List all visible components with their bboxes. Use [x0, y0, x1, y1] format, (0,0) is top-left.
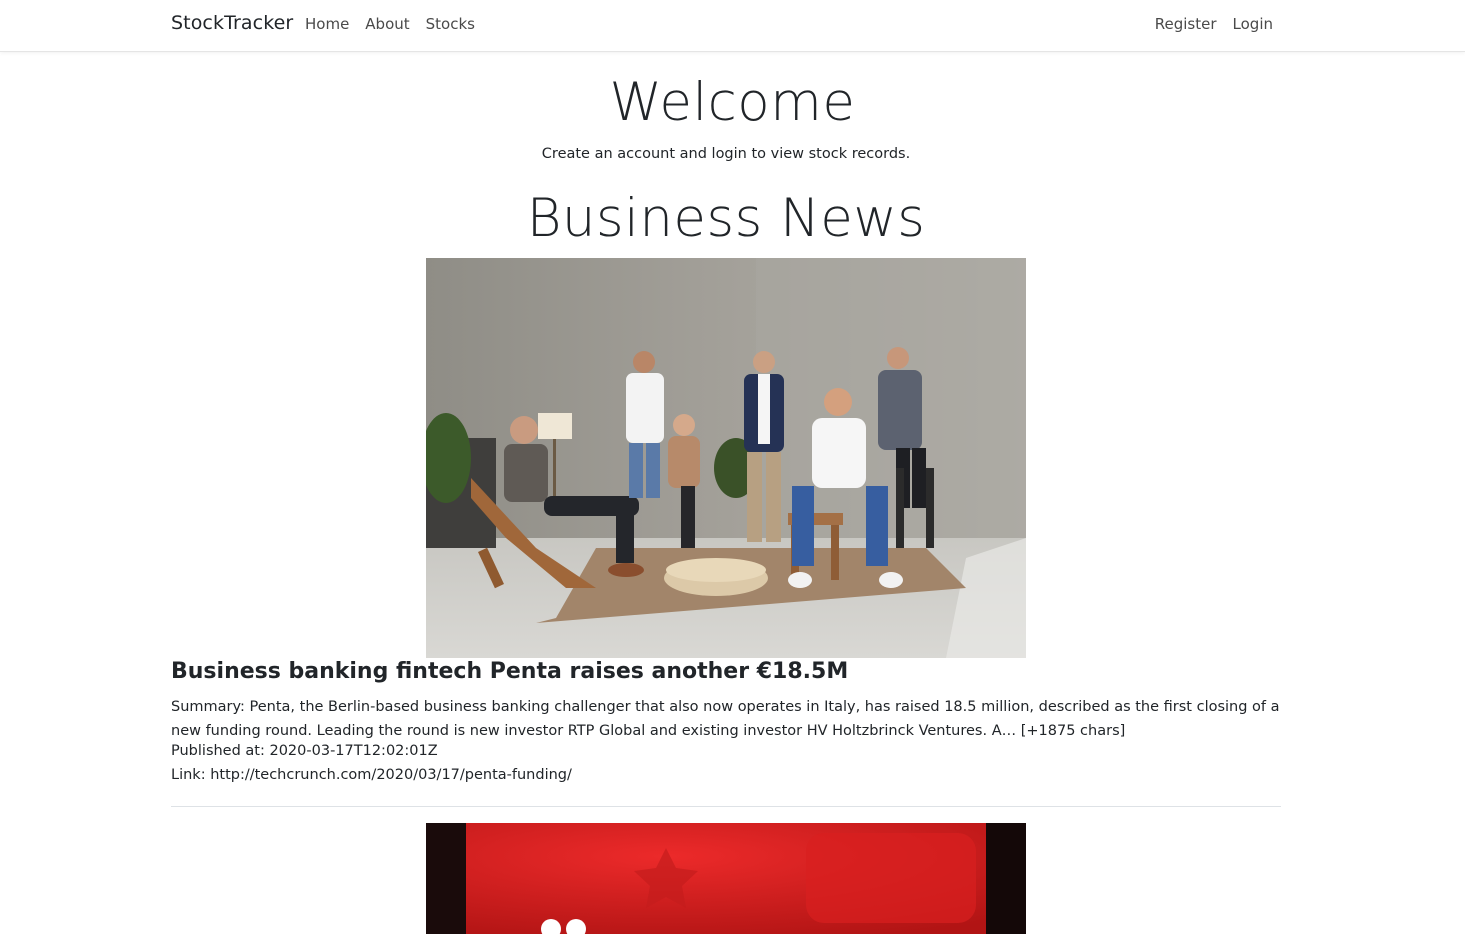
nav-register-link[interactable]: Register — [1155, 15, 1217, 33]
team-photo-illustration — [426, 258, 1026, 658]
nav-login-link[interactable]: Login — [1233, 15, 1273, 33]
nav-about-link[interactable]: About — [365, 15, 409, 33]
article-summary: Summary: Penta, the Berlin-based busines… — [171, 699, 1280, 739]
welcome-subtitle: Create an account and login to view stoc… — [541, 146, 911, 162]
nav-home-link[interactable]: Home — [305, 15, 349, 33]
article-published: Published at: 2020-03-17T12:02:01Z — [171, 743, 438, 759]
red-photo-illustration — [426, 823, 1026, 934]
nav-right: Register Login — [1155, 15, 1273, 33]
welcome-heading: Welcome — [609, 72, 856, 133]
business-news-heading: Business News — [526, 188, 926, 249]
brand-link[interactable]: StockTracker — [171, 12, 293, 34]
article-title: Business banking fintech Penta raises an… — [171, 659, 849, 684]
navbar: StockTracker Home About Stocks Register … — [0, 0, 1465, 52]
article-image-2 — [426, 823, 1026, 934]
article-image — [426, 258, 1026, 658]
article-divider — [171, 806, 1281, 807]
nav-left: Home About Stocks — [305, 15, 475, 33]
article-link[interactable]: Link: http://techcrunch.com/2020/03/17/p… — [171, 767, 572, 783]
nav-stocks-link[interactable]: Stocks — [426, 15, 475, 33]
